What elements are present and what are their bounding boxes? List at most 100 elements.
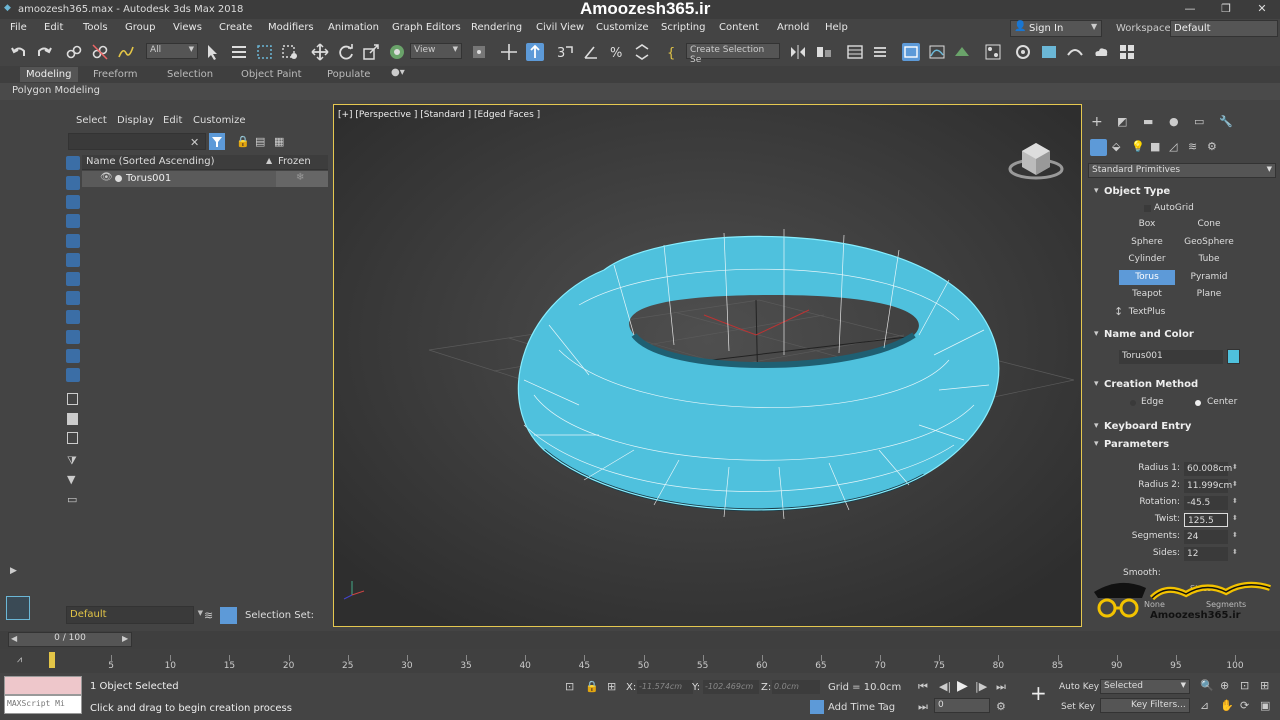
menu-graph-editors[interactable]: Graph Editors <box>392 22 461 33</box>
geometry-category-icon[interactable] <box>1090 139 1107 156</box>
display-xrefs-icon[interactable] <box>66 291 80 305</box>
lights-category-icon[interactable]: 💡 <box>1131 140 1145 153</box>
redo-icon[interactable] <box>35 43 53 61</box>
curve-editor-icon[interactable] <box>928 43 946 61</box>
rendered-frame-window-icon[interactable] <box>1040 43 1058 61</box>
time-slider-thumb[interactable]: ◀ 0 / 100 <box>8 632 132 647</box>
menu-tools[interactable]: Tools <box>83 22 108 33</box>
pyramid-button[interactable]: Pyramid <box>1181 270 1237 285</box>
helpers-category-icon[interactable]: ◿ <box>1169 140 1177 153</box>
schematic-view-icon[interactable] <box>953 43 971 61</box>
absolute-mode-icon[interactable]: ⊞ <box>607 680 616 693</box>
timeline-playhead[interactable] <box>49 652 55 668</box>
edge-radio[interactable] <box>1130 400 1136 406</box>
plane-button[interactable]: Plane <box>1181 287 1237 302</box>
expand-arrow-icon[interactable]: ▶ <box>10 566 17 576</box>
next-frame-icon[interactable]: ▶ <box>122 634 128 643</box>
a360-gallery-icon[interactable] <box>1118 43 1136 61</box>
radius2-spinner[interactable]: ⬍ <box>1232 480 1238 488</box>
menu-create[interactable]: Create <box>219 22 252 33</box>
toggle-scene-explorer-icon[interactable] <box>846 43 864 61</box>
goto-start-icon[interactable]: ⏮ <box>918 680 928 694</box>
motion-tab-icon[interactable]: ● <box>1169 115 1179 128</box>
center-radio[interactable] <box>1195 400 1201 406</box>
rotate-icon[interactable] <box>337 43 355 61</box>
hierarchy-tab-icon[interactable]: ▬ <box>1143 115 1153 128</box>
filter-small-icon[interactable]: ▼ <box>67 473 75 486</box>
autogrid-checkbox[interactable] <box>1144 205 1151 212</box>
menu-animation[interactable]: Animation <box>328 22 379 33</box>
window-crossing-icon[interactable] <box>281 43 299 61</box>
creation-method-rollout[interactable]: Creation Method <box>1094 379 1198 390</box>
tab-object-paint[interactable]: Object Paint <box>241 69 302 80</box>
bind-spacewarp-icon[interactable] <box>117 43 135 61</box>
key-selection-dropdown[interactable]: Selected ▼ <box>1100 679 1190 694</box>
rotation-input[interactable]: -45.5 <box>1184 496 1228 510</box>
prev-frame-icon[interactable]: ◀ <box>11 634 17 643</box>
minimize-icon[interactable]: — <box>1172 0 1208 19</box>
segments-input[interactable]: 24 <box>1184 530 1228 544</box>
spinner-snap-icon[interactable] <box>633 43 651 61</box>
set-keys-icon[interactable]: + <box>1030 681 1047 705</box>
track-bar[interactable]: ⩘ 5 10 15 20 25 30 35 40 45 50 55 60 65 70 75 80 85 90 95 1… <box>0 649 1280 673</box>
name-and-color-rollout[interactable]: Name and Color <box>1094 329 1194 340</box>
display-groups-icon[interactable] <box>66 272 80 286</box>
primitive-category-dropdown[interactable]: Standard Primitives ▼ <box>1088 163 1276 178</box>
orbit-icon[interactable]: ⟳ <box>1240 699 1249 712</box>
radius1-spinner[interactable]: ⬍ <box>1232 463 1238 471</box>
lock-icon[interactable]: 🔒 <box>236 135 250 148</box>
snaps-toggle-icon[interactable]: 3 <box>556 43 574 61</box>
cone-button[interactable]: Cone <box>1181 217 1237 232</box>
shapes-category-icon[interactable]: ⬙ <box>1112 140 1120 153</box>
polygon-modeling-panel[interactable]: Polygon Modeling <box>12 85 100 96</box>
selection-lock-icon[interactable]: 🔒 <box>585 680 599 693</box>
display-hidden-icon[interactable] <box>66 368 80 382</box>
utilities-tab-icon[interactable]: 🔧 <box>1219 115 1233 128</box>
undo-icon[interactable] <box>10 43 28 61</box>
menu-help[interactable]: Help <box>825 22 848 33</box>
auto-key-button[interactable]: Auto Key <box>1059 682 1099 692</box>
viewport-label[interactable]: [+] [Perspective ] [Standard ] [Edged Fa… <box>338 110 540 120</box>
maxscript-listener[interactable]: MAXScript Mi <box>4 676 82 716</box>
percent-snap-icon[interactable]: % <box>608 43 626 61</box>
geosphere-button[interactable]: GeoSphere <box>1181 235 1237 250</box>
display-geometry-icon[interactable] <box>66 156 80 170</box>
teapot-button[interactable]: Teapot <box>1119 287 1175 302</box>
render-in-cloud-icon[interactable] <box>1092 43 1110 61</box>
select-by-name-icon[interactable] <box>230 43 248 61</box>
edit-named-selection-icon[interactable]: { <box>664 43 682 61</box>
curve-toggle-icon[interactable]: ⩘ <box>17 655 22 665</box>
current-frame-input[interactable]: 0 <box>934 698 990 713</box>
goto-end-icon[interactable]: ⏭ <box>996 680 1006 694</box>
parameters-rollout[interactable]: Parameters <box>1094 439 1169 450</box>
display-spacewarps-icon[interactable] <box>66 253 80 267</box>
table-row[interactable]: 👁 Torus001 ❄ <box>82 171 328 187</box>
menu-customize[interactable]: Customize <box>596 22 649 33</box>
render-production-icon[interactable] <box>1066 43 1084 61</box>
reference-coordinate-dropdown[interactable]: View ▼ <box>410 43 462 59</box>
align-icon[interactable] <box>815 43 833 61</box>
menu-group[interactable]: Group <box>125 22 155 33</box>
snowflake-icon[interactable]: ❄ <box>296 172 304 183</box>
y-coordinate-input[interactable]: -102.469cm <box>703 680 759 694</box>
clear-search-icon[interactable]: ✕ <box>190 136 199 149</box>
layer-dropdown[interactable]: Default ▼ <box>66 606 203 624</box>
menu-content[interactable]: Content <box>719 22 759 33</box>
display-tab-icon[interactable]: ▭ <box>1194 115 1204 128</box>
rotation-spinner[interactable]: ⬍ <box>1232 497 1238 505</box>
torus-button[interactable]: Torus <box>1119 270 1175 285</box>
scene-menu-display[interactable]: Display <box>117 115 154 126</box>
key-mode-icon[interactable]: ⏭ <box>918 700 928 714</box>
z-coordinate-input[interactable]: 0.0cm <box>772 680 820 694</box>
selection-filter-dropdown[interactable]: All ▼ <box>146 43 198 59</box>
field-of-view-icon[interactable]: ⊿ <box>1200 699 1209 712</box>
menu-scripting[interactable]: Scripting <box>661 22 705 33</box>
tab-modeling[interactable]: Modeling <box>20 67 78 82</box>
previous-frame-icon[interactable]: ◀| <box>939 680 951 693</box>
menu-edit[interactable]: Edit <box>44 22 63 33</box>
tube-button[interactable]: Tube <box>1181 252 1237 267</box>
twist-input[interactable]: 125.5 <box>1184 513 1228 527</box>
object-name-input[interactable]: Torus001 <box>1119 350 1223 364</box>
radius2-input[interactable]: 11.999cm <box>1184 479 1232 493</box>
pan-icon[interactable]: ✋ <box>1220 699 1234 712</box>
